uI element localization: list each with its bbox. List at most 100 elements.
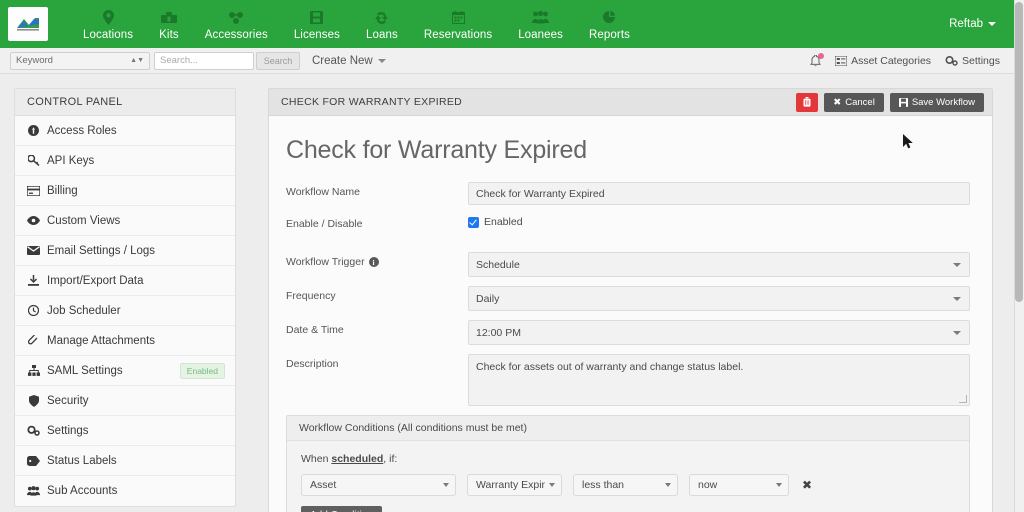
clock-icon: [27, 305, 40, 316]
sub-toolbar: Keyword ▲▼ Search... Search Create New A…: [0, 48, 1014, 74]
nav-item-locations[interactable]: Locations: [70, 7, 146, 41]
cancel-button-label: Cancel: [845, 96, 875, 108]
user-menu-label: Reftab: [949, 18, 983, 30]
sidebar-item-label: Access Roles: [47, 124, 117, 137]
field-row-description: Description Check for assets out of warr…: [286, 354, 970, 406]
nav-label: Kits: [159, 29, 179, 41]
trash-icon: [803, 97, 811, 107]
enabled-checkbox-label: Enabled: [484, 216, 523, 228]
nav-item-reservations[interactable]: Reservations: [411, 7, 505, 41]
delete-button[interactable]: [796, 92, 819, 112]
field-row-workflow-name: Workflow Name Check for Warranty Expired: [286, 182, 970, 205]
workflow-conditions-box: Workflow Conditions (All conditions must…: [286, 415, 970, 512]
workflow-trigger-select[interactable]: Schedule: [468, 252, 970, 277]
create-new-dropdown[interactable]: Create New: [312, 55, 386, 67]
scrollbar-thumb[interactable]: [1015, 2, 1023, 302]
nav-item-loans[interactable]: Loans: [353, 7, 411, 41]
loanees-people-icon: [532, 9, 550, 26]
sidebar-item-sub-accounts[interactable]: Sub Accounts: [15, 476, 235, 506]
date-time-select[interactable]: 12:00 PM: [468, 320, 970, 345]
sidebar-item-status-labels[interactable]: Status Labels: [15, 446, 235, 476]
nav-item-reports[interactable]: Reports: [576, 7, 643, 41]
sidebar-item-saml-settings[interactable]: SAML Settings Enabled: [15, 356, 235, 386]
shield-icon: [27, 394, 40, 407]
sidebar-item-manage-attachments[interactable]: Manage Attachments: [15, 326, 235, 356]
condition-entity-select[interactable]: Asset: [301, 474, 456, 496]
sidebar-item-label: Sub Accounts: [47, 485, 118, 497]
download-icon: [27, 275, 40, 286]
workflow-panel: CHECK FOR WARRANTY EXPIRED ✖ Cancel Save…: [268, 88, 993, 512]
nav-item-kits[interactable]: Kits: [146, 7, 192, 41]
loans-refresh-icon: [375, 9, 389, 26]
keyword-select-value: Keyword: [16, 55, 53, 66]
page-title: Check for Warranty Expired: [286, 136, 587, 164]
sidebar-item-api-keys[interactable]: API Keys: [15, 146, 235, 176]
when-suffix: , if:: [383, 453, 398, 465]
credit-card-icon: [27, 185, 40, 196]
nav-item-licenses[interactable]: Licenses: [281, 7, 353, 41]
page-scrollbar[interactable]: [1014, 0, 1024, 512]
sidebar-item-security[interactable]: Security: [15, 386, 235, 416]
date-time-label: Date & Time: [286, 324, 344, 336]
control-panel-sidebar: CONTROL PANEL Access Roles API Keys Bill…: [14, 88, 236, 507]
keyword-select[interactable]: Keyword ▲▼: [10, 51, 150, 70]
settings-link[interactable]: Settings: [945, 55, 1000, 67]
asset-categories-link[interactable]: Asset Categories: [835, 55, 931, 67]
calendar-icon: [451, 9, 465, 26]
sidebar-heading: CONTROL PANEL: [15, 89, 235, 116]
notification-bell-icon[interactable]: [810, 52, 825, 67]
sidebar-item-job-scheduler[interactable]: Job Scheduler: [15, 296, 235, 326]
add-condition-button[interactable]: Add Condition: [301, 506, 382, 512]
field-row-date-time: Date & Time 12:00 PM: [286, 320, 970, 345]
reftab-logo[interactable]: [8, 7, 48, 41]
when-trigger-word: scheduled: [331, 453, 384, 465]
asset-categories-label: Asset Categories: [851, 54, 932, 67]
nav-label: Loans: [366, 29, 398, 41]
sidebar-item-label: Import/Export Data: [47, 274, 144, 287]
workflow-name-input[interactable]: Check for Warranty Expired: [468, 182, 970, 205]
condition-operator-select[interactable]: less than: [573, 474, 678, 496]
search-input[interactable]: Search...: [154, 51, 254, 70]
sidebar-item-billing[interactable]: Billing: [15, 176, 235, 206]
frequency-label: Frequency: [286, 290, 336, 302]
save-workflow-button[interactable]: Save Workflow: [889, 92, 984, 112]
enabled-checkbox[interactable]: [468, 216, 479, 228]
when-prefix: When: [301, 453, 332, 465]
notification-dot: [818, 52, 825, 59]
sub-toolbar-right: Asset Categories Settings: [810, 52, 1000, 67]
nav-label: Loanees: [518, 29, 564, 41]
info-icon[interactable]: i: [368, 257, 379, 267]
sidebar-item-label: Manage Attachments: [47, 334, 156, 347]
sidebar-item-settings[interactable]: Settings: [15, 416, 235, 446]
workflow-trigger-label-text: Workflow Trigger: [286, 256, 365, 268]
top-nav-items: Locations Kits Accessories Licenses Loan…: [70, 7, 949, 41]
map-pin-icon: [102, 9, 114, 26]
nav-item-accessories[interactable]: Accessories: [192, 7, 281, 41]
search-button[interactable]: Search: [256, 51, 300, 70]
sidebar-item-access-roles[interactable]: Access Roles: [15, 116, 235, 146]
when-scheduled-line: When scheduled, if:: [301, 453, 955, 465]
frequency-select[interactable]: Daily: [468, 286, 970, 311]
stepper-icon: ▲▼: [130, 57, 144, 64]
cancel-button[interactable]: ✖ Cancel: [824, 92, 884, 112]
field-row-enable-disable: Enable / Disable Enabled: [286, 214, 970, 230]
sidebar-item-custom-views[interactable]: Custom Views: [15, 206, 235, 236]
sidebar-item-label: Job Scheduler: [47, 304, 121, 317]
save-disk-icon: [898, 97, 908, 107]
sidebar-item-label: SAML Settings: [47, 364, 123, 377]
condition-value-select[interactable]: now: [689, 474, 789, 496]
save-workflow-label: Save Workflow: [911, 96, 975, 108]
nav-item-loanees[interactable]: Loanees: [505, 7, 576, 41]
user-menu[interactable]: Reftab: [949, 18, 996, 30]
sidebar-item-import-export-data[interactable]: Import/Export Data: [15, 266, 235, 296]
sidebar-item-label: Status Labels: [47, 454, 117, 467]
condition-field-select[interactable]: Warranty Expir: [467, 474, 562, 496]
pie-chart-icon: [603, 9, 616, 26]
tag-icon: [27, 455, 40, 466]
sidebar-item-label: Security: [47, 394, 89, 407]
sidebar-item-email-settings-logs[interactable]: Email Settings / Logs: [15, 236, 235, 266]
access-roles-icon: [27, 125, 40, 136]
license-icon: [310, 9, 324, 26]
remove-condition-icon[interactable]: ✖: [802, 479, 812, 491]
description-textarea[interactable]: Check for assets out of warranty and cha…: [468, 354, 970, 406]
